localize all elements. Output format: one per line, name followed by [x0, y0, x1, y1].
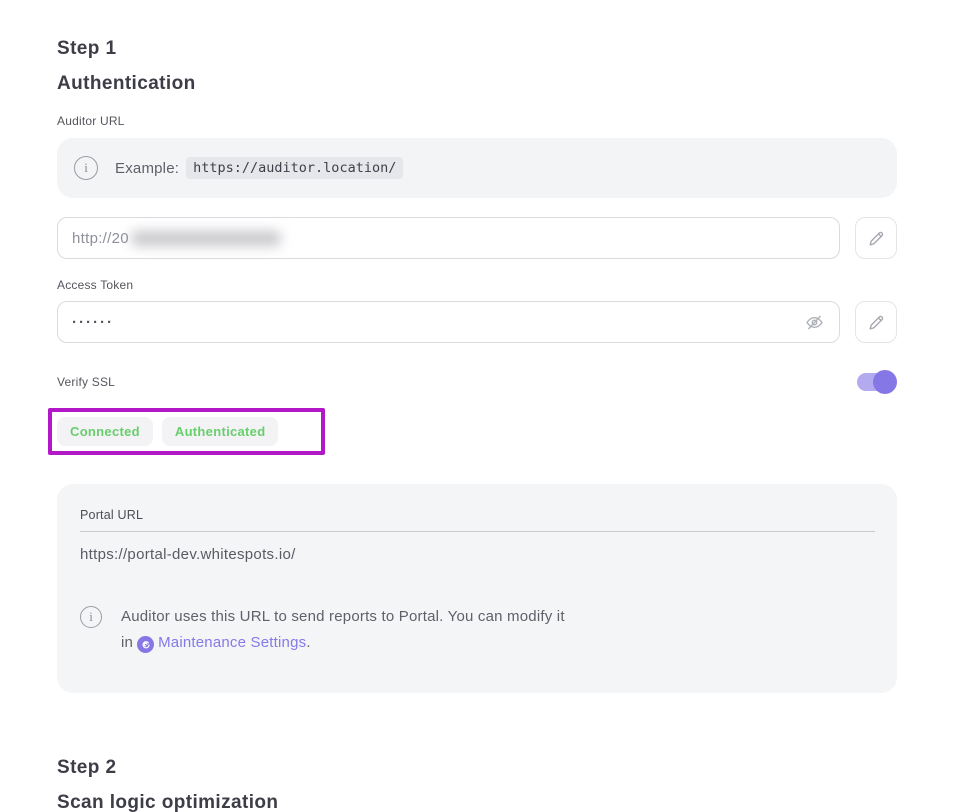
- pencil-icon: [867, 229, 886, 248]
- divider: [80, 531, 875, 532]
- access-token-label: Access Token: [57, 278, 897, 292]
- toggle-knob: [873, 370, 897, 394]
- edit-access-token-button[interactable]: [855, 301, 897, 343]
- eye-off-icon[interactable]: [804, 312, 825, 333]
- whitespots-logo-icon: [137, 636, 154, 653]
- portal-url-label: Portal URL: [80, 508, 875, 522]
- info-icon: i: [74, 156, 98, 180]
- auditor-url-example-box: i Example: https://auditor.location/: [57, 138, 897, 198]
- verify-ssl-toggle[interactable]: [857, 370, 897, 394]
- auditor-url-label: Auditor URL: [57, 114, 897, 128]
- portal-note-text: Auditor uses this URL to send reports to…: [121, 604, 565, 656]
- auditor-url-input[interactable]: http://20: [57, 217, 840, 259]
- status-annotation-rectangle: Connected Authenticated: [48, 408, 325, 455]
- portal-url-card: Portal URL https://portal-dev.whitespots…: [57, 484, 897, 693]
- verify-ssl-label: Verify SSL: [57, 375, 115, 389]
- edit-auditor-url-button[interactable]: [855, 217, 897, 259]
- setup-page: Step 1 Authentication Auditor URL i Exam…: [0, 0, 957, 812]
- step2-title: Scan logic optimization: [57, 792, 897, 812]
- pencil-icon: [867, 313, 886, 332]
- status-badge-authenticated: Authenticated: [162, 417, 279, 446]
- example-prefix: Example:: [115, 160, 179, 177]
- portal-url-value: https://portal-dev.whitespots.io/: [80, 546, 875, 563]
- access-token-masked-value: ······: [72, 314, 114, 331]
- step2-label: Step 2: [57, 757, 897, 779]
- access-token-input[interactable]: ······: [57, 301, 840, 343]
- status-badge-connected: Connected: [57, 417, 153, 446]
- example-url-code: https://auditor.location/: [186, 157, 403, 179]
- redacted-url-blur: [131, 231, 281, 246]
- auditor-url-value: http://20: [72, 230, 129, 247]
- step1-label: Step 1: [57, 38, 897, 60]
- info-icon: i: [80, 606, 102, 628]
- step1-title: Authentication: [57, 73, 897, 95]
- maintenance-settings-link[interactable]: Maintenance Settings: [158, 634, 306, 651]
